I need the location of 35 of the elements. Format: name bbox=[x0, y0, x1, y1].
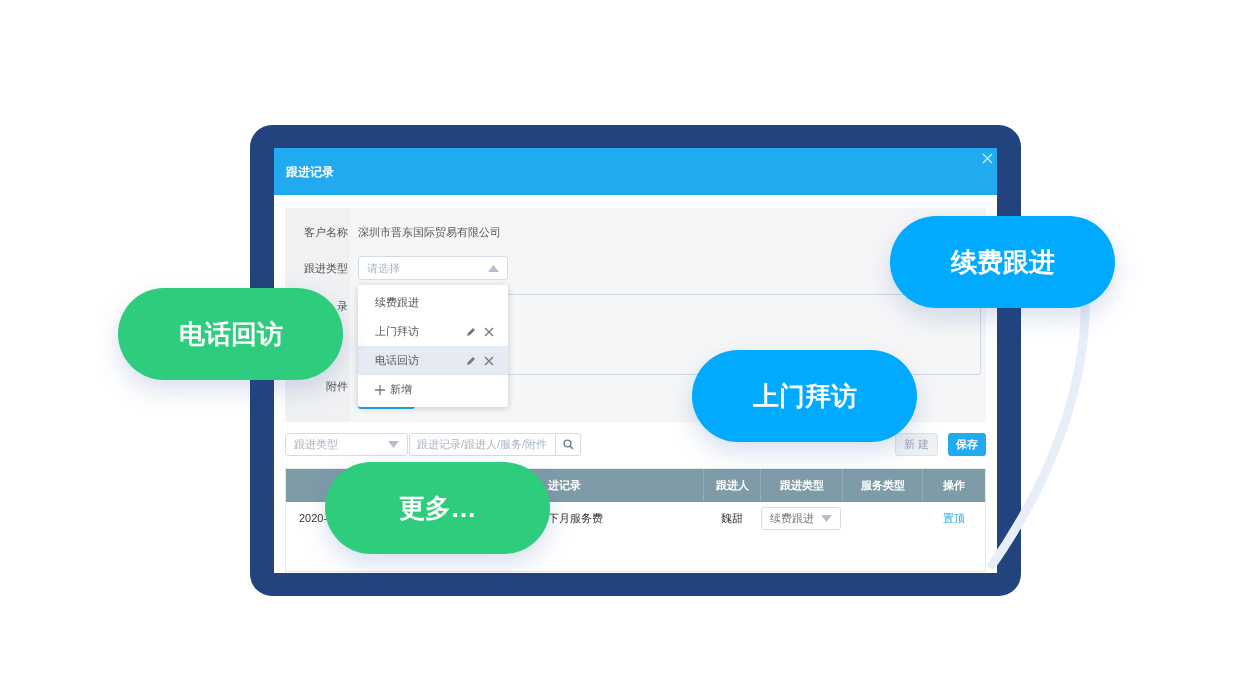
table-cell: 2020- bbox=[299, 511, 328, 524]
type-select[interactable]: 续费跟进 bbox=[761, 506, 841, 530]
column-header: 跟进人 bbox=[703, 469, 760, 502]
pencil-icon[interactable] bbox=[466, 355, 476, 366]
field-label: 录 bbox=[337, 298, 348, 314]
field-label: 跟进类型 bbox=[304, 260, 348, 276]
dropdown-option[interactable]: 续费跟进 bbox=[358, 288, 508, 317]
column-header: 操作 bbox=[922, 469, 985, 502]
plus-icon bbox=[375, 384, 385, 395]
pencil-icon[interactable] bbox=[466, 326, 476, 337]
table-cell: 下月服务费 bbox=[548, 511, 603, 524]
dialog-title: 跟进记录 bbox=[286, 163, 334, 181]
close-icon[interactable] bbox=[484, 355, 494, 366]
field-label: 附件 bbox=[326, 378, 348, 394]
dropdown-option[interactable]: 电话回访 bbox=[358, 346, 508, 375]
add-option[interactable]: 新增 bbox=[358, 375, 508, 404]
callout-pill: 续费跟进 bbox=[890, 216, 1115, 308]
type-filter-select[interactable]: 跟进类型 bbox=[285, 433, 408, 456]
save-button[interactable]: 保存 bbox=[948, 433, 986, 456]
field-label: 客户名称 bbox=[304, 224, 348, 240]
type-select[interactable]: 请选择 bbox=[358, 256, 508, 280]
search-icon bbox=[562, 439, 574, 450]
caret-icon bbox=[488, 264, 499, 272]
table-cell-text: 魏甜 bbox=[720, 510, 743, 526]
close-icon[interactable] bbox=[484, 326, 494, 337]
dropdown-option[interactable]: 上门拜访 bbox=[358, 317, 508, 346]
caret-icon bbox=[821, 514, 832, 522]
caret-icon bbox=[388, 441, 399, 448]
search-field[interactable]: 跟进记录/跟进人/服务/附件 bbox=[409, 433, 556, 456]
column-header: 服务类型 bbox=[842, 469, 922, 502]
column-header: 跟进类型 bbox=[760, 469, 842, 502]
column-header: 进记录 bbox=[548, 478, 582, 494]
customer-name: 深圳市晋东国际贸易有限公司 bbox=[358, 224, 501, 240]
search-button[interactable] bbox=[556, 433, 581, 456]
pin-link[interactable]: 置顶 bbox=[942, 509, 965, 527]
